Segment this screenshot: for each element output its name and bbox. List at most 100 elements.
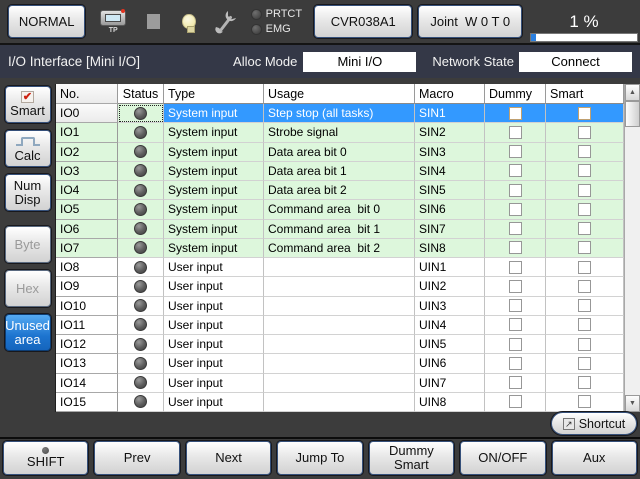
smart-checkbox[interactable] [578, 241, 591, 254]
status-cell [118, 354, 164, 373]
aux-button[interactable]: Aux [552, 441, 637, 475]
sidebar-button-num-disp[interactable]: Num Disp [5, 174, 51, 211]
dummy-cell [485, 239, 546, 258]
jump-to-button[interactable]: Jump To [277, 441, 362, 475]
smart-checkbox[interactable] [578, 357, 591, 370]
dummy-checkbox[interactable] [509, 203, 522, 216]
table-row-io7[interactable]: IO7System inputCommand area bit 2SIN8 [56, 239, 624, 258]
dummy-checkbox[interactable] [509, 261, 522, 274]
row-number-cell: IO14 [56, 374, 118, 393]
smart-checkbox[interactable] [578, 338, 591, 351]
wrench-icon [214, 9, 238, 35]
dummy-checkbox[interactable] [509, 222, 522, 235]
dummy-checkbox[interactable] [509, 395, 522, 408]
dummy-checkbox[interactable] [509, 241, 522, 254]
type-cell: System input [164, 220, 264, 239]
dummy-checkbox[interactable] [509, 280, 522, 293]
table-row-io10[interactable]: IO10User inputUIN3 [56, 297, 624, 316]
scroll-up-button[interactable]: ▲ [625, 84, 640, 101]
row-number-cell: IO1 [56, 123, 118, 142]
smart-cell [546, 354, 624, 373]
usage-cell: Command area bit 0 [264, 200, 415, 219]
status-cell [118, 258, 164, 277]
sidebar-button-calc[interactable]: Calc [5, 130, 51, 167]
table-row-io1[interactable]: IO1System inputStrobe signalSIN2 [56, 123, 624, 142]
check-icon: ✔ [21, 91, 34, 103]
status-led-icon [134, 145, 147, 158]
pulse-icon [21, 137, 35, 146]
sidebar-button-unused-area[interactable]: Unused area [5, 314, 51, 351]
dummy-cell [485, 220, 546, 239]
table-row-io15[interactable]: IO15User inputUIN8 [56, 393, 624, 412]
io-table-grid: No.StatusTypeUsageMacroDummySmart IO0Sys… [56, 84, 624, 412]
sidebar-button-byte: Byte [5, 226, 51, 263]
macro-cell: SIN4 [415, 162, 485, 181]
mode-button[interactable]: NORMAL [8, 5, 85, 38]
smart-checkbox[interactable] [578, 261, 591, 274]
table-row-io11[interactable]: IO11User inputUIN4 [56, 316, 624, 335]
sidebar-button-label: Num Disp [7, 179, 49, 207]
usage-cell: Strobe signal [264, 123, 415, 142]
project-button[interactable]: CVR038A1 [314, 5, 412, 38]
type-cell: User input [164, 374, 264, 393]
joint-mode-button[interactable]: Joint W 0 T 0 [418, 5, 522, 38]
smart-cell [546, 104, 624, 123]
shortcut-strip: ↗ Shortcut [0, 412, 640, 437]
dummy-cell [485, 297, 546, 316]
table-row-io5[interactable]: IO5System inputCommand area bit 0SIN6 [56, 200, 624, 219]
table-row-io9[interactable]: IO9User inputUIN2 [56, 277, 624, 296]
dummy-checkbox[interactable] [509, 376, 522, 389]
dummy-checkbox[interactable] [509, 318, 522, 331]
dummy-checkbox[interactable] [509, 145, 522, 158]
table-row-io4[interactable]: IO4System inputData area bit 2SIN5 [56, 181, 624, 200]
status-led-icon [134, 376, 147, 389]
emg-indicator: EMG [251, 23, 302, 35]
next-button[interactable]: Next [186, 441, 271, 475]
sidebar-button-smart[interactable]: ✔Smart [5, 86, 51, 123]
shift-button[interactable]: SHIFT [3, 441, 88, 475]
row-number-cell: IO3 [56, 162, 118, 181]
shortcut-button[interactable]: ↗ Shortcut [551, 412, 637, 435]
dummy-checkbox[interactable] [509, 299, 522, 312]
prev-button[interactable]: Prev [94, 441, 179, 475]
smart-checkbox[interactable] [578, 299, 591, 312]
table-row-io2[interactable]: IO2System inputData area bit 0SIN3 [56, 143, 624, 162]
macro-cell: UIN8 [415, 393, 485, 412]
status-cell [118, 297, 164, 316]
scroll-down-button[interactable]: ▼ [625, 395, 640, 412]
dummy-cell [485, 104, 546, 123]
smart-checkbox[interactable] [578, 222, 591, 235]
smart-checkbox[interactable] [578, 184, 591, 197]
dummy-smart-button[interactable]: Dummy Smart [369, 441, 454, 475]
table-row-io0[interactable]: IO0System inputStep stop (all tasks)SIN1 [56, 104, 624, 123]
table-row-io12[interactable]: IO12User inputUIN5 [56, 335, 624, 354]
on-off-button[interactable]: ON/OFF [460, 441, 545, 475]
scrollbar-track[interactable] [625, 127, 640, 395]
dummy-checkbox[interactable] [509, 126, 522, 139]
table-row-io13[interactable]: IO13User inputUIN6 [56, 354, 624, 373]
table-row-io3[interactable]: IO3System inputData area bit 1SIN4 [56, 162, 624, 181]
table-row-io14[interactable]: IO14User inputUIN7 [56, 374, 624, 393]
smart-checkbox[interactable] [578, 318, 591, 331]
table-row-io6[interactable]: IO6System inputCommand area bit 1SIN7 [56, 220, 624, 239]
smart-checkbox[interactable] [578, 126, 591, 139]
table-row-io8[interactable]: IO8User inputUIN1 [56, 258, 624, 277]
vertical-scrollbar[interactable]: ▲ ▼ [624, 84, 640, 412]
smart-checkbox[interactable] [578, 145, 591, 158]
emg-led-icon [251, 24, 262, 35]
dummy-checkbox[interactable] [509, 184, 522, 197]
dummy-checkbox[interactable] [509, 338, 522, 351]
dummy-checkbox[interactable] [509, 164, 522, 177]
smart-cell [546, 316, 624, 335]
dummy-checkbox[interactable] [509, 357, 522, 370]
smart-checkbox[interactable] [578, 376, 591, 389]
smart-checkbox[interactable] [578, 203, 591, 216]
smart-checkbox[interactable] [578, 280, 591, 293]
scrollbar-thumb[interactable] [625, 101, 640, 127]
status-cell [118, 143, 164, 162]
smart-checkbox[interactable] [578, 395, 591, 408]
smart-checkbox[interactable] [578, 164, 591, 177]
dummy-checkbox[interactable] [509, 107, 522, 120]
bottom-function-bar: SHIFTPrevNextJump ToDummy SmartON/OFFAux [0, 437, 640, 479]
smart-checkbox[interactable] [578, 107, 591, 120]
